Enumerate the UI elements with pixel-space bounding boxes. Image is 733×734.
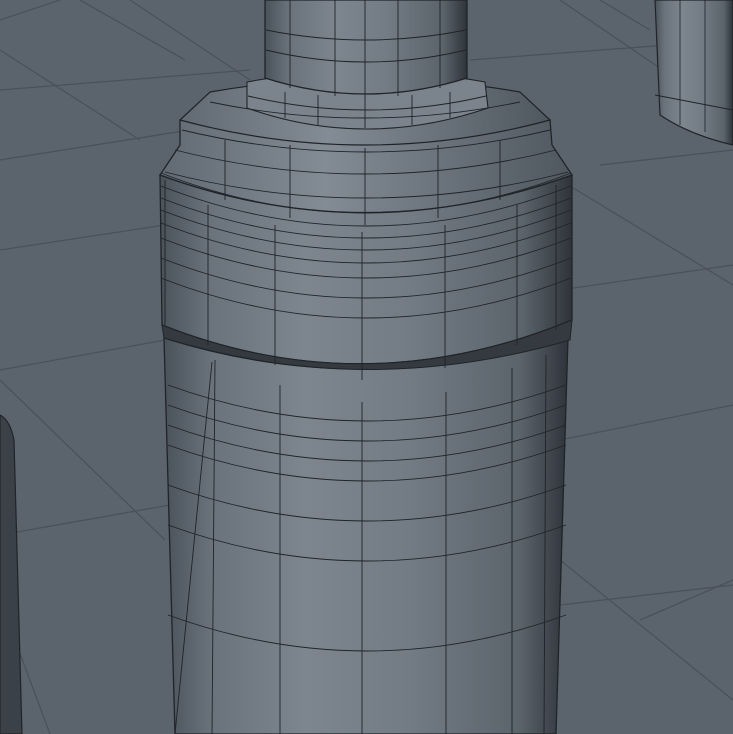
bottle-mesh[interactable] [159,0,574,734]
3d-viewport[interactable] [0,0,733,734]
background-cylinder-left [0,414,23,734]
background-cylinder-right [654,0,733,146]
viewport-canvas[interactable] [0,0,733,734]
